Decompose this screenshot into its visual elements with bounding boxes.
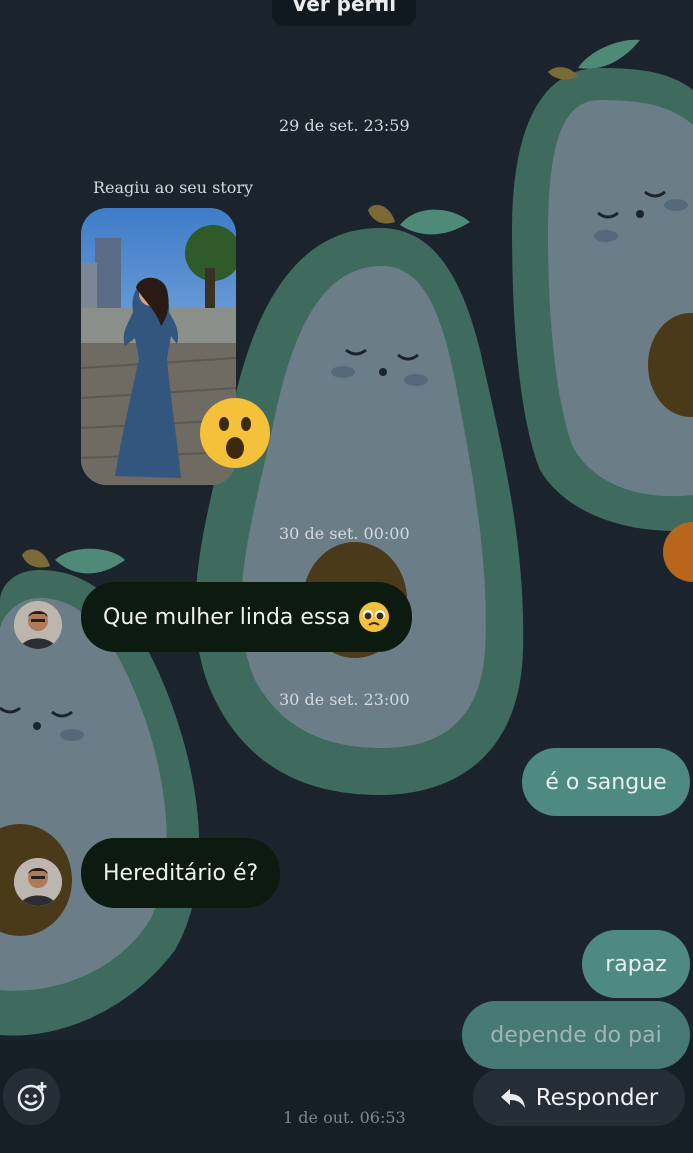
contact-avatar[interactable]: [14, 601, 62, 649]
contact-avatar[interactable]: [14, 858, 62, 906]
message-text: depende do pai: [490, 1022, 662, 1048]
sticker-add-icon: [17, 1081, 46, 1111]
sticker-button[interactable]: [3, 1068, 60, 1125]
incoming-message-bubble[interactable]: Hereditário é?: [81, 838, 281, 908]
timestamp: 1 de out. 06:53: [283, 1108, 406, 1127]
view-profile-label: Ver perfil: [291, 0, 397, 16]
reply-label: Responder: [535, 1084, 659, 1111]
outgoing-message-bubble[interactable]: rapaz: [582, 930, 690, 998]
message-text: Que mulher linda essa: [103, 604, 351, 630]
reply-button[interactable]: Responder: [473, 1069, 685, 1126]
timestamp: 30 de set. 00:00: [279, 524, 410, 543]
incoming-message-bubble[interactable]: Que mulher linda essa: [81, 582, 413, 652]
outgoing-message-bubble[interactable]: depende do pai: [462, 1001, 690, 1069]
partial-orange-badge: [663, 522, 693, 582]
message-text: Hereditário é?: [103, 860, 259, 886]
story-reaction-label: Reagiu ao seu story: [93, 178, 254, 197]
message-text: rapaz: [605, 951, 667, 977]
avatar-photo: [14, 858, 62, 906]
chat-screen: Ver perfil 29 de set. 23:59 30 de set. 0…: [0, 0, 693, 1153]
message-text: é o sangue: [545, 769, 667, 795]
avocado-right-illustration: [512, 39, 693, 531]
astonished-emoji-icon: [200, 398, 270, 468]
timestamp: 30 de set. 23:00: [279, 690, 410, 709]
timestamp: 29 de set. 23:59: [279, 116, 410, 135]
reply-arrow-icon: [500, 1088, 525, 1108]
pleading-face-emoji-icon: [359, 602, 390, 632]
avatar-photo: [14, 601, 62, 649]
view-profile-button[interactable]: Ver perfil: [272, 0, 416, 26]
outgoing-message-bubble[interactable]: é o sangue: [522, 748, 690, 816]
